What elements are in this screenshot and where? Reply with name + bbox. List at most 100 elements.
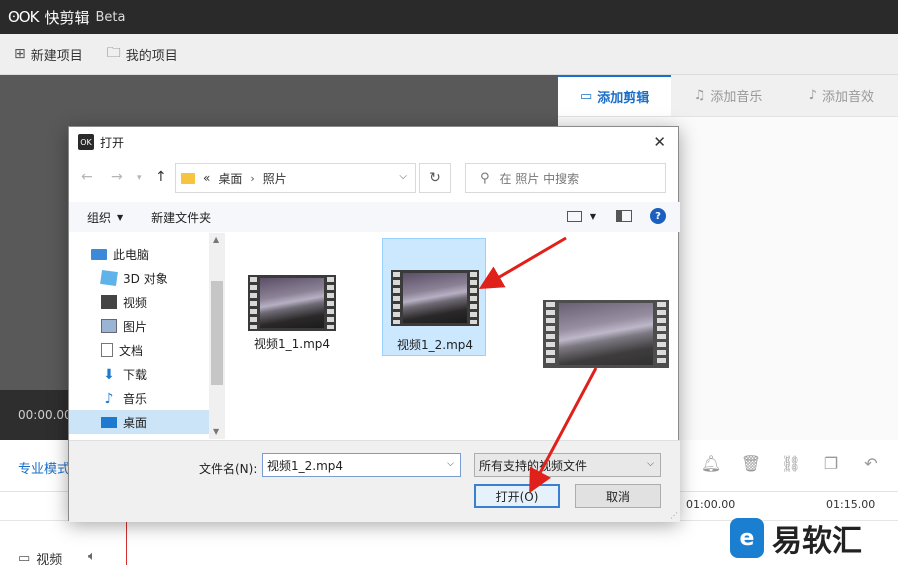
- caret-down-icon[interactable]: ▼: [590, 212, 596, 221]
- nav-item-desktop[interactable]: 桌面: [69, 410, 225, 434]
- tab-add-sound-effect[interactable]: ♪ 添加音效: [784, 75, 898, 116]
- refresh-icon: ↻: [429, 170, 441, 186]
- breadcrumb-overflow[interactable]: «: [203, 171, 210, 185]
- view-mode-icon[interactable]: [566, 210, 582, 222]
- up-arrow-icon[interactable]: ↑: [155, 169, 167, 185]
- new-project-label: 新建项目: [30, 48, 83, 64]
- nav-item-label: 此电脑: [113, 247, 150, 262]
- trash-icon[interactable]: 🗑︎: [736, 454, 766, 473]
- file-name: 视频1_1.mp4: [253, 337, 331, 351]
- copy-icon[interactable]: ❐: [816, 454, 846, 473]
- forward-arrow-icon[interactable]: →: [111, 169, 123, 185]
- chevron-down-icon: ⌵: [647, 459, 654, 469]
- app-title: 快剪辑: [44, 8, 90, 27]
- nav-item-label: 文档: [119, 343, 144, 358]
- resize-grip-icon[interactable]: ⋰: [670, 511, 678, 520]
- new-folder-button[interactable]: 新建文件夹: [151, 209, 211, 226]
- refresh-button[interactable]: ↻: [419, 163, 451, 193]
- view-controls: ▼ ?: [566, 208, 666, 224]
- cancel-button[interactable]: 取消: [575, 484, 661, 508]
- dialog-footer: 文件名(N): 视频1_2.mp4 ⌵ 所有支持的视频文件 ⌵ 打开(O) 取消…: [69, 440, 680, 522]
- nav-item-label: 音乐: [123, 391, 148, 406]
- video-track-text: 视频: [36, 553, 63, 565]
- video-folder-icon: [101, 295, 117, 309]
- desktop-folder-icon: [101, 416, 117, 428]
- file-type-select[interactable]: 所有支持的视频文件 ⌵: [474, 453, 661, 477]
- nav-item-videos[interactable]: 视频: [69, 290, 225, 314]
- split-icon[interactable]: ⛓︎: [776, 454, 806, 473]
- playhead[interactable]: [126, 520, 127, 565]
- scroll-down-icon[interactable]: ▼: [213, 427, 219, 436]
- nav-item-this-pc[interactable]: 此电脑: [69, 242, 225, 266]
- 3d-objects-icon: [100, 269, 118, 287]
- app-menubar: ⊞ 新建项目 🗀 我的项目: [0, 34, 898, 75]
- watermark-logo: e: [730, 518, 764, 558]
- nav-item-label: 桌面: [123, 415, 148, 430]
- folder-icon: [181, 172, 195, 184]
- app-icon: OK: [78, 134, 94, 150]
- watermark-text: 易软汇: [772, 524, 862, 559]
- nav-item-downloads[interactable]: ⬇ 下载: [69, 362, 225, 386]
- nav-item-documents[interactable]: 文档: [69, 338, 225, 362]
- chevron-down-icon[interactable]: ⌵: [399, 171, 407, 182]
- nav-item-pictures[interactable]: 图片: [69, 314, 225, 338]
- documents-folder-icon: [101, 343, 113, 357]
- chevron-right-icon: ›: [250, 171, 255, 185]
- plus-box-icon: ⊞: [14, 46, 26, 62]
- my-projects-label: 我的项目: [125, 48, 178, 64]
- file-item[interactable]: 视频1_1.mp4: [240, 245, 344, 363]
- undo-icon[interactable]: ↶: [856, 454, 886, 473]
- preview-pane-icon[interactable]: [616, 210, 632, 222]
- downloads-folder-icon: ⬇: [103, 367, 115, 383]
- organize-menu[interactable]: 组织 ▼: [87, 209, 123, 226]
- my-projects-button[interactable]: 🗀 我的项目: [107, 42, 178, 66]
- organize-label: 组织: [87, 210, 112, 225]
- computer-icon: [91, 248, 107, 260]
- app-beta-label: Beta: [95, 9, 126, 25]
- tab-add-clip[interactable]: ▭ 添加剪辑: [558, 75, 672, 116]
- pro-mode-link[interactable]: 专业模式: [18, 458, 70, 477]
- recent-locations-icon[interactable]: ▾: [137, 173, 142, 183]
- nav-item-label: 图片: [123, 319, 148, 334]
- search-input[interactable]: ⚲ 在 照片 中搜索: [465, 163, 666, 193]
- file-name: 视频1_2.mp4: [396, 338, 474, 352]
- folder-icon: 🗀: [106, 45, 121, 61]
- chevron-down-icon[interactable]: ⌵: [447, 459, 454, 469]
- media-tabs: ▭ 添加剪辑 ♫ 添加音乐 ♪ 添加音效: [558, 75, 898, 117]
- dialog-titlebar: OK 打开 ✕: [69, 127, 678, 157]
- preview-timecode: 00:00.00: [18, 408, 72, 422]
- drag-preview-thumbnail: [543, 300, 669, 368]
- nav-item-3d-objects[interactable]: 3D 对象: [69, 266, 225, 290]
- music-folder-icon: ♪: [104, 391, 114, 407]
- breadcrumb-desktop[interactable]: 桌面: [218, 170, 242, 187]
- search-placeholder: 在 照片 中搜索: [499, 171, 580, 186]
- open-button[interactable]: 打开(O): [474, 484, 560, 508]
- tab-add-music[interactable]: ♫ 添加音乐: [671, 75, 785, 116]
- sound-effect-icon: ♪: [808, 88, 817, 103]
- nav-scrollbar[interactable]: ▲ ▼: [209, 233, 225, 439]
- filename-input[interactable]: 视频1_2.mp4 ⌵: [262, 453, 461, 477]
- address-bar[interactable]: « 桌面 › 照片 ⌵: [175, 163, 416, 193]
- dialog-toolbar: 组织 ▼ 新建文件夹 ▼ ?: [69, 202, 680, 232]
- new-project-button[interactable]: ⊞ 新建项目: [14, 45, 83, 64]
- music-icon: ♫: [693, 88, 706, 103]
- help-icon[interactable]: ?: [650, 208, 666, 224]
- back-arrow-icon[interactable]: ←: [81, 169, 93, 185]
- file-item-selected[interactable]: 视频1_2.mp4: [382, 238, 486, 356]
- tab-add-clip-label: 添加剪辑: [597, 91, 650, 106]
- scroll-up-icon[interactable]: ▲: [213, 235, 219, 244]
- nav-item-label: 下载: [123, 367, 148, 382]
- close-icon[interactable]: ✕: [653, 133, 666, 151]
- app-titlebar: ʘOK 快剪辑 Beta: [0, 0, 898, 34]
- navigation-pane: 此电脑 3D 对象 视频 图片 文档 ⬇ 下载 ♪ 音乐 桌面: [69, 233, 225, 439]
- tab-add-sound-effect-label: 添加音效: [821, 90, 874, 105]
- video-track-icon: ▭: [18, 551, 31, 565]
- nav-item-music[interactable]: ♪ 音乐: [69, 386, 225, 410]
- scrollbar-thumb[interactable]: [211, 281, 223, 385]
- breadcrumb-photos[interactable]: 照片: [263, 170, 287, 187]
- volume-icon[interactable]: 🔈︎: [88, 549, 96, 564]
- video-file-icon: [248, 275, 336, 331]
- edit-tools: 🔔︎ 🗑︎ ⛓︎ ❐ ↶: [696, 454, 896, 473]
- tab-add-music-label: 添加音乐: [710, 90, 763, 105]
- bell-icon[interactable]: 🔔︎: [696, 454, 726, 473]
